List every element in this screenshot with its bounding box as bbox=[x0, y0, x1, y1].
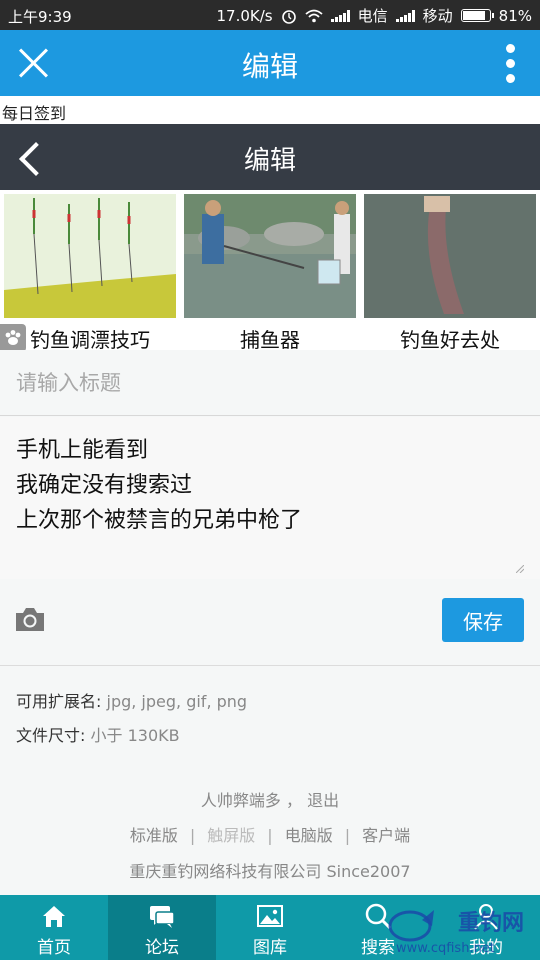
battery-level: 81% bbox=[498, 6, 532, 25]
paw-floating-button[interactable] bbox=[0, 324, 26, 352]
nav-label: 我的 bbox=[469, 938, 503, 958]
app-title: 编辑 bbox=[241, 50, 298, 83]
link-standard[interactable]: 标准版 bbox=[130, 826, 178, 845]
daily-signin-link[interactable]: 每日签到 bbox=[2, 100, 66, 124]
carrier-1: 电信 bbox=[357, 7, 388, 25]
link-desktop[interactable]: 电脑版 bbox=[285, 826, 333, 845]
status-right: 17.0K/s 电信 移动 81% bbox=[217, 5, 532, 26]
title-input[interactable] bbox=[0, 350, 540, 416]
more-menu-icon[interactable] bbox=[506, 44, 516, 84]
content-line: 我确定没有搜索过 bbox=[16, 473, 193, 498]
ad-caption: 钓鱼好去处 bbox=[400, 328, 500, 352]
image-icon bbox=[257, 905, 283, 927]
content-line: 上次那个被禁言的兄弟中枪了 bbox=[16, 508, 303, 533]
ext-label: 可用扩展名: bbox=[16, 692, 102, 711]
size-value: 小于 130KB bbox=[90, 726, 180, 745]
nav-label: 搜索 bbox=[361, 938, 395, 958]
link-touch[interactable]: 触屏版 bbox=[207, 826, 255, 845]
divider bbox=[0, 665, 540, 666]
nav-home[interactable]: 首页 bbox=[0, 895, 108, 960]
nav-search[interactable]: 搜索 bbox=[324, 895, 432, 960]
app-header: 编辑 bbox=[0, 30, 540, 96]
battery-icon bbox=[460, 9, 494, 22]
version-links: 标准版 | 触屏版 | 电脑版 | 客户端 bbox=[129, 826, 411, 845]
inner-header: 编辑 bbox=[0, 124, 540, 190]
signal-icon-2 bbox=[395, 9, 415, 22]
content-textarea[interactable]: 手机上能看到 我确定没有搜索过 上次那个被禁言的兄弟中枪了 bbox=[0, 417, 540, 579]
status-bar: 上午9:39 17.0K/s 电信 移动 81% bbox=[0, 0, 540, 30]
ext-info: 可用扩展名: jpg, jpeg, gif, png bbox=[16, 688, 247, 712]
user-icon bbox=[474, 904, 498, 930]
link-client[interactable]: 客户端 bbox=[362, 826, 410, 845]
ad-strip: 钓鱼调漂技巧 捕鱼器 钓鱼好去处 bbox=[0, 192, 540, 352]
inner-title: 编辑 bbox=[243, 146, 296, 176]
size-label: 文件尺寸: bbox=[16, 726, 86, 745]
fishing-spots-image bbox=[364, 194, 536, 318]
ad-item-float-tips[interactable]: 钓鱼调漂技巧 bbox=[4, 194, 176, 352]
status-time: 上午9:39 bbox=[8, 8, 72, 26]
size-info: 文件尺寸: 小于 130KB bbox=[16, 722, 180, 746]
carrier-2: 移动 bbox=[422, 7, 453, 25]
camera-icon[interactable] bbox=[14, 605, 46, 633]
wifi-icon bbox=[305, 9, 323, 22]
alarm-icon bbox=[281, 9, 296, 24]
user-line[interactable]: 人帅弊端多 ， 退出 bbox=[0, 787, 540, 811]
signal-icon-1 bbox=[330, 9, 350, 22]
fish-trap-image bbox=[184, 194, 356, 318]
ad-caption: 捕鱼器 bbox=[240, 328, 300, 352]
nav-me[interactable]: 我的 bbox=[432, 895, 540, 960]
nav-label: 论坛 bbox=[145, 938, 179, 958]
nav-label: 首页 bbox=[37, 938, 71, 958]
network-speed: 17.0K/s bbox=[216, 6, 273, 25]
nav-label: 图库 bbox=[253, 938, 287, 958]
content-line: 手机上能看到 bbox=[16, 438, 149, 463]
float-tips-image bbox=[4, 194, 176, 318]
ad-item-fishing-spots[interactable]: 钓鱼好去处 bbox=[364, 194, 536, 352]
company-line: 重庆重钓网络科技有限公司 Since2007 bbox=[129, 862, 411, 881]
bottom-nav: 首页 论坛 图库 搜索 我的 bbox=[0, 895, 540, 960]
ext-value: jpg, jpeg, gif, png bbox=[106, 692, 248, 711]
ad-item-fish-trap[interactable]: 捕鱼器 bbox=[184, 194, 356, 352]
resize-grip-icon[interactable] bbox=[516, 565, 524, 573]
paw-icon bbox=[5, 330, 21, 345]
ad-caption: 钓鱼调漂技巧 bbox=[30, 328, 150, 352]
edit-form: 手机上能看到 我确定没有搜索过 上次那个被禁言的兄弟中枪了 保存 可用扩展名: … bbox=[0, 350, 540, 895]
nav-gallery[interactable]: 图库 bbox=[216, 895, 324, 960]
home-icon bbox=[43, 906, 65, 927]
save-button[interactable]: 保存 bbox=[442, 598, 524, 642]
chat-icon bbox=[150, 906, 175, 928]
search-icon bbox=[365, 903, 392, 930]
nav-forum[interactable]: 论坛 bbox=[108, 895, 216, 960]
